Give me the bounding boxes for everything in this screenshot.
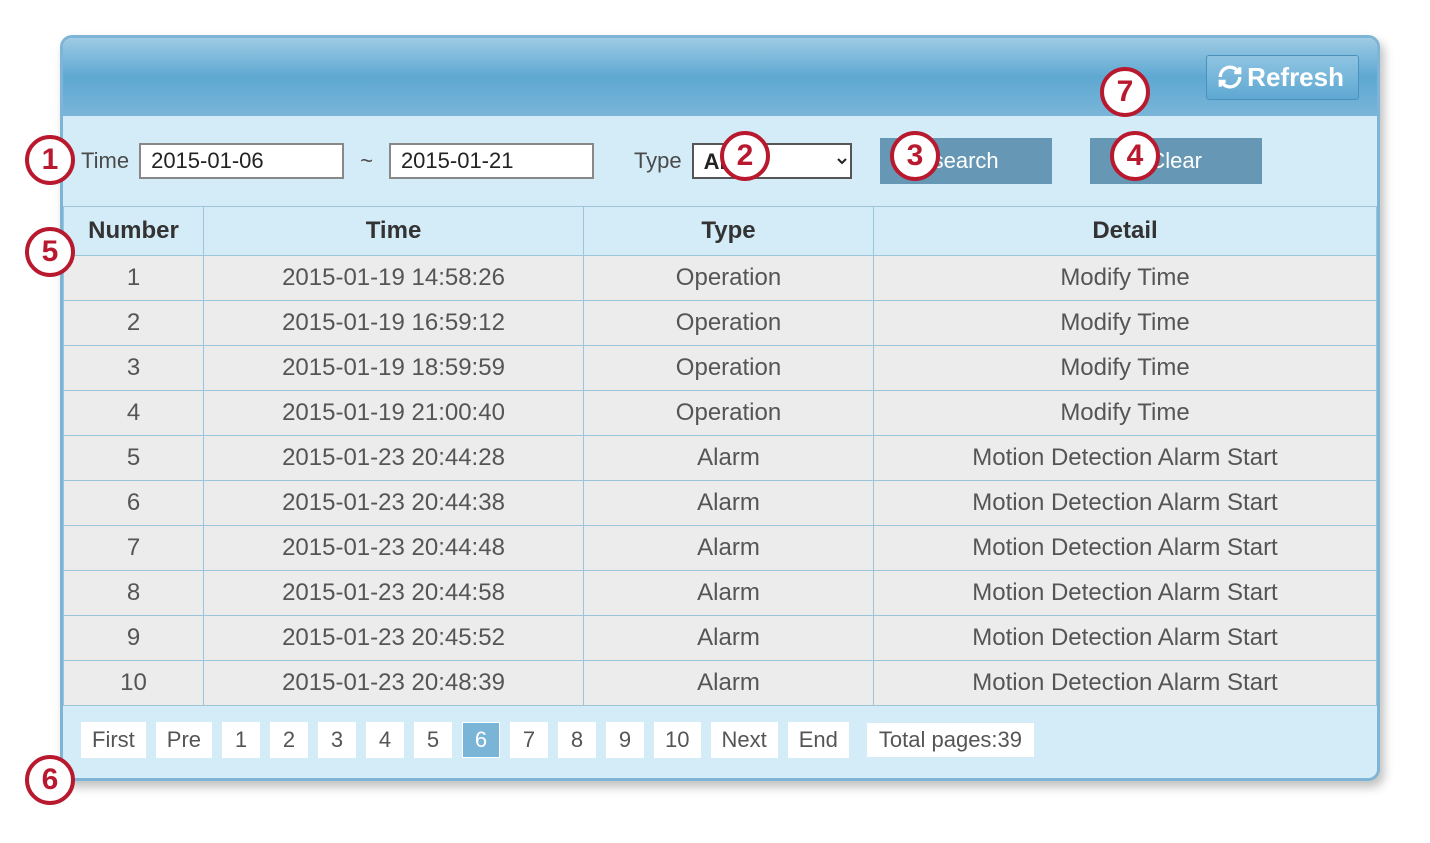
cell-number: 4: [64, 391, 204, 436]
cell-number: 8: [64, 571, 204, 616]
date-from-input[interactable]: [139, 143, 344, 179]
header-bar: Refresh: [63, 38, 1377, 116]
pager-page-7[interactable]: 7: [510, 722, 548, 758]
cell-time: 2015-01-23 20:44:28: [204, 436, 584, 481]
pager-page-6[interactable]: 6: [462, 722, 500, 758]
col-number: Number: [64, 207, 204, 256]
col-time: Time: [204, 207, 584, 256]
cell-detail: Motion Detection Alarm Start: [874, 616, 1377, 661]
cell-type: Alarm: [584, 616, 874, 661]
cell-number: 3: [64, 346, 204, 391]
table-row: 52015-01-23 20:44:28AlarmMotion Detectio…: [64, 436, 1377, 481]
cell-number: 5: [64, 436, 204, 481]
filter-bar: Time ~ Type All search Clear: [63, 116, 1377, 206]
cell-detail: Motion Detection Alarm Start: [874, 571, 1377, 616]
cell-number: 6: [64, 481, 204, 526]
refresh-button[interactable]: Refresh: [1206, 55, 1359, 100]
cell-time: 2015-01-23 20:48:39: [204, 661, 584, 706]
search-button[interactable]: search: [880, 138, 1052, 184]
table-row: 32015-01-19 18:59:59OperationModify Time: [64, 346, 1377, 391]
type-label: Type: [634, 148, 682, 174]
pager-page-2[interactable]: 2: [270, 722, 308, 758]
cell-type: Operation: [584, 391, 874, 436]
date-to-input[interactable]: [389, 143, 594, 179]
pager-first[interactable]: First: [81, 722, 146, 758]
cell-type: Alarm: [584, 481, 874, 526]
table-row: 102015-01-23 20:48:39AlarmMotion Detecti…: [64, 661, 1377, 706]
cell-time: 2015-01-19 14:58:26: [204, 256, 584, 301]
pager-page-5[interactable]: 5: [414, 722, 452, 758]
pager: First Pre 123456789 10 Next End Total pag…: [63, 706, 1377, 778]
table-row: 22015-01-19 16:59:12OperationModify Time: [64, 301, 1377, 346]
cell-time: 2015-01-19 21:00:40: [204, 391, 584, 436]
cell-type: Operation: [584, 346, 874, 391]
pager-page-4[interactable]: 4: [366, 722, 404, 758]
cell-number: 10: [64, 661, 204, 706]
cell-detail: Motion Detection Alarm Start: [874, 526, 1377, 571]
cell-detail: Motion Detection Alarm Start: [874, 481, 1377, 526]
cell-number: 1: [64, 256, 204, 301]
cell-time: 2015-01-23 20:44:38: [204, 481, 584, 526]
cell-time: 2015-01-19 16:59:12: [204, 301, 584, 346]
cell-time: 2015-01-23 20:44:58: [204, 571, 584, 616]
refresh-icon: [1217, 64, 1243, 90]
pager-pre[interactable]: Pre: [156, 722, 212, 758]
col-type: Type: [584, 207, 874, 256]
pager-end[interactable]: End: [788, 722, 849, 758]
refresh-label: Refresh: [1247, 62, 1344, 93]
table-row: 12015-01-19 14:58:26OperationModify Time: [64, 256, 1377, 301]
cell-detail: Motion Detection Alarm Start: [874, 661, 1377, 706]
pager-page-3[interactable]: 3: [318, 722, 356, 758]
cell-number: 7: [64, 526, 204, 571]
clear-button[interactable]: Clear: [1090, 138, 1262, 184]
type-select[interactable]: All: [692, 143, 852, 179]
time-label: Time: [81, 148, 129, 174]
table-row: 42015-01-19 21:00:40OperationModify Time: [64, 391, 1377, 436]
table-row: 92015-01-23 20:45:52AlarmMotion Detectio…: [64, 616, 1377, 661]
pager-page-9[interactable]: 9: [606, 722, 644, 758]
cell-detail: Modify Time: [874, 301, 1377, 346]
pager-next[interactable]: Next: [711, 722, 778, 758]
cell-detail: Modify Time: [874, 256, 1377, 301]
table-row: 72015-01-23 20:44:48AlarmMotion Detectio…: [64, 526, 1377, 571]
cell-type: Operation: [584, 301, 874, 346]
cell-type: Alarm: [584, 661, 874, 706]
pager-total: Total pages:39: [867, 723, 1034, 757]
log-panel: Refresh Time ~ Type All search Clear Num…: [60, 35, 1380, 781]
log-table: Number Time Type Detail 12015-01-19 14:5…: [63, 206, 1377, 706]
cell-detail: Modify Time: [874, 346, 1377, 391]
cell-type: Alarm: [584, 571, 874, 616]
cell-time: 2015-01-19 18:59:59: [204, 346, 584, 391]
cell-number: 2: [64, 301, 204, 346]
cell-type: Operation: [584, 256, 874, 301]
table-row: 62015-01-23 20:44:38AlarmMotion Detectio…: [64, 481, 1377, 526]
tilde: ~: [360, 148, 373, 174]
pager-page-10[interactable]: 10: [654, 722, 700, 758]
cell-type: Alarm: [584, 436, 874, 481]
cell-time: 2015-01-23 20:44:48: [204, 526, 584, 571]
cell-number: 9: [64, 616, 204, 661]
col-detail: Detail: [874, 207, 1377, 256]
cell-detail: Modify Time: [874, 391, 1377, 436]
cell-detail: Motion Detection Alarm Start: [874, 436, 1377, 481]
cell-type: Alarm: [584, 526, 874, 571]
pager-page-1[interactable]: 1: [222, 722, 260, 758]
cell-time: 2015-01-23 20:45:52: [204, 616, 584, 661]
pager-page-8[interactable]: 8: [558, 722, 596, 758]
table-row: 82015-01-23 20:44:58AlarmMotion Detectio…: [64, 571, 1377, 616]
